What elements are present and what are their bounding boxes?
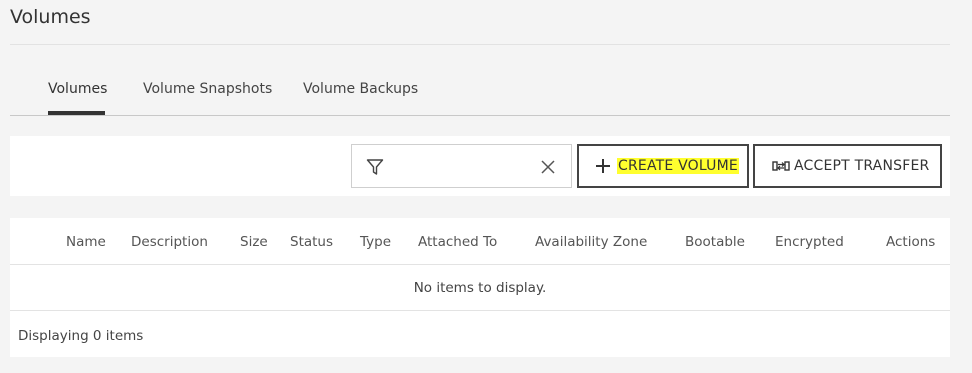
table-header: Name Description Size Status Type Attach… [10,218,950,265]
tab-bar: Volumes Volume Snapshots Volume Backups [10,78,950,116]
active-tab-indicator [48,111,105,115]
column-header-attached-to[interactable]: Attached To [418,234,497,250]
column-header-status[interactable]: Status [290,234,333,250]
table-toolbar: CREATE VOLUME ACCEPT TRANSFER [10,136,950,196]
item-count: Displaying 0 items [18,328,144,344]
transfer-icon [772,161,790,171]
title-divider [10,44,950,45]
accept-transfer-button[interactable]: ACCEPT TRANSFER [753,144,942,188]
tab-volumes[interactable]: Volumes [48,78,107,115]
column-header-actions: Actions [886,234,936,250]
column-header-type[interactable]: Type [360,234,391,250]
close-icon[interactable] [540,159,556,175]
tab-volume-backups[interactable]: Volume Backups [303,78,418,115]
volumes-table: Name Description Size Status Type Attach… [10,218,950,357]
empty-table-message: No items to display. [10,265,950,311]
filter-icon [366,159,384,175]
column-header-encrypted[interactable]: Encrypted [775,234,844,250]
plus-icon [596,159,610,173]
column-header-size[interactable]: Size [240,234,268,250]
create-volume-label: CREATE VOLUME [617,158,739,174]
page-title: Volumes [10,6,91,28]
accept-transfer-label: ACCEPT TRANSFER [794,158,930,174]
create-volume-button[interactable]: CREATE VOLUME [577,144,749,188]
column-header-description[interactable]: Description [131,234,208,250]
tab-volume-snapshots[interactable]: Volume Snapshots [143,78,272,115]
column-header-availability-zone[interactable]: Availability Zone [535,234,647,250]
filter-input[interactable] [351,144,572,188]
column-header-bootable[interactable]: Bootable [685,234,745,250]
column-header-name[interactable]: Name [66,234,106,250]
